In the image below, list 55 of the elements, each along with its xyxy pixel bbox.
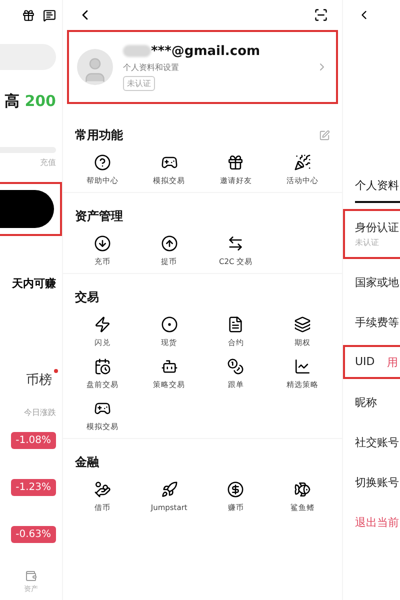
exchange-icon — [227, 235, 244, 252]
progress-label: 充值 — [39, 157, 57, 168]
avatar — [77, 49, 113, 85]
fish-icon — [294, 481, 312, 498]
download-icon — [94, 235, 111, 252]
change-badge: -0.63% — [10, 526, 56, 543]
settings-row[interactable]: 退出当前 — [343, 505, 400, 539]
chart-icon — [294, 358, 312, 375]
blurred-text — [123, 45, 151, 57]
profile-tab[interactable]: 个人资料 — [355, 178, 400, 203]
section-title: 常用功能 — [75, 126, 123, 144]
upload-icon — [160, 235, 178, 252]
document-icon — [227, 316, 244, 333]
target-icon — [160, 316, 178, 333]
hand-coins-icon — [94, 481, 111, 498]
gamepad-icon — [160, 154, 178, 171]
settings-row[interactable]: 切换账号 — [343, 465, 400, 499]
verification-tag: 未认证 — [123, 76, 155, 90]
gift-icon — [227, 154, 244, 171]
settings-row[interactable]: 手续费等 — [343, 305, 400, 339]
robot-icon — [160, 358, 178, 375]
party-popper-icon — [294, 154, 312, 171]
section-title: 资产管理 — [75, 208, 123, 224]
account-subtitle: 个人资料和设置 — [123, 62, 180, 72]
account-email: ***@gmail.com — [151, 44, 260, 58]
calendar-icon — [94, 358, 111, 375]
notification-dot — [54, 369, 58, 373]
action-button[interactable] — [0, 190, 54, 228]
ranking-title[interactable]: 币榜 — [0, 371, 62, 389]
change-badge: -1.23% — [10, 479, 56, 496]
section-title: 交易 — [75, 288, 99, 306]
coins-icon — [227, 358, 244, 375]
gift-icon[interactable] — [22, 8, 35, 22]
settings-row[interactable]: UID 用 — [343, 345, 400, 379]
headline-text: 高 200 — [3, 91, 57, 111]
account-card[interactable]: ***@gmail.com 个人资料和设置 未认证 — [67, 30, 338, 104]
column-header: 今日涨跌 — [23, 407, 57, 418]
settings-row[interactable]: 身份认证 未认证 — [343, 209, 400, 259]
wallet-icon — [25, 570, 37, 582]
gamepad-icon — [94, 400, 111, 417]
settings-row[interactable]: 昵称 — [343, 385, 400, 419]
settings-row[interactable]: 社交账号 — [343, 425, 400, 459]
layers-icon — [294, 316, 312, 333]
rocket-icon — [160, 481, 178, 498]
section-title: 金融 — [75, 454, 99, 470]
change-badge: -1.08% — [10, 432, 56, 449]
row-value: 用 — [386, 354, 398, 370]
scan-icon[interactable] — [314, 8, 328, 22]
row-subtitle: 未认证 — [355, 237, 380, 248]
earn-text: 天内可赚 — [11, 276, 57, 291]
lightning-icon — [94, 316, 111, 333]
help-icon — [94, 154, 111, 171]
coin-icon — [227, 481, 244, 498]
chat-icon[interactable] — [43, 8, 56, 22]
settings-row[interactable]: 国家或地 — [343, 265, 400, 299]
